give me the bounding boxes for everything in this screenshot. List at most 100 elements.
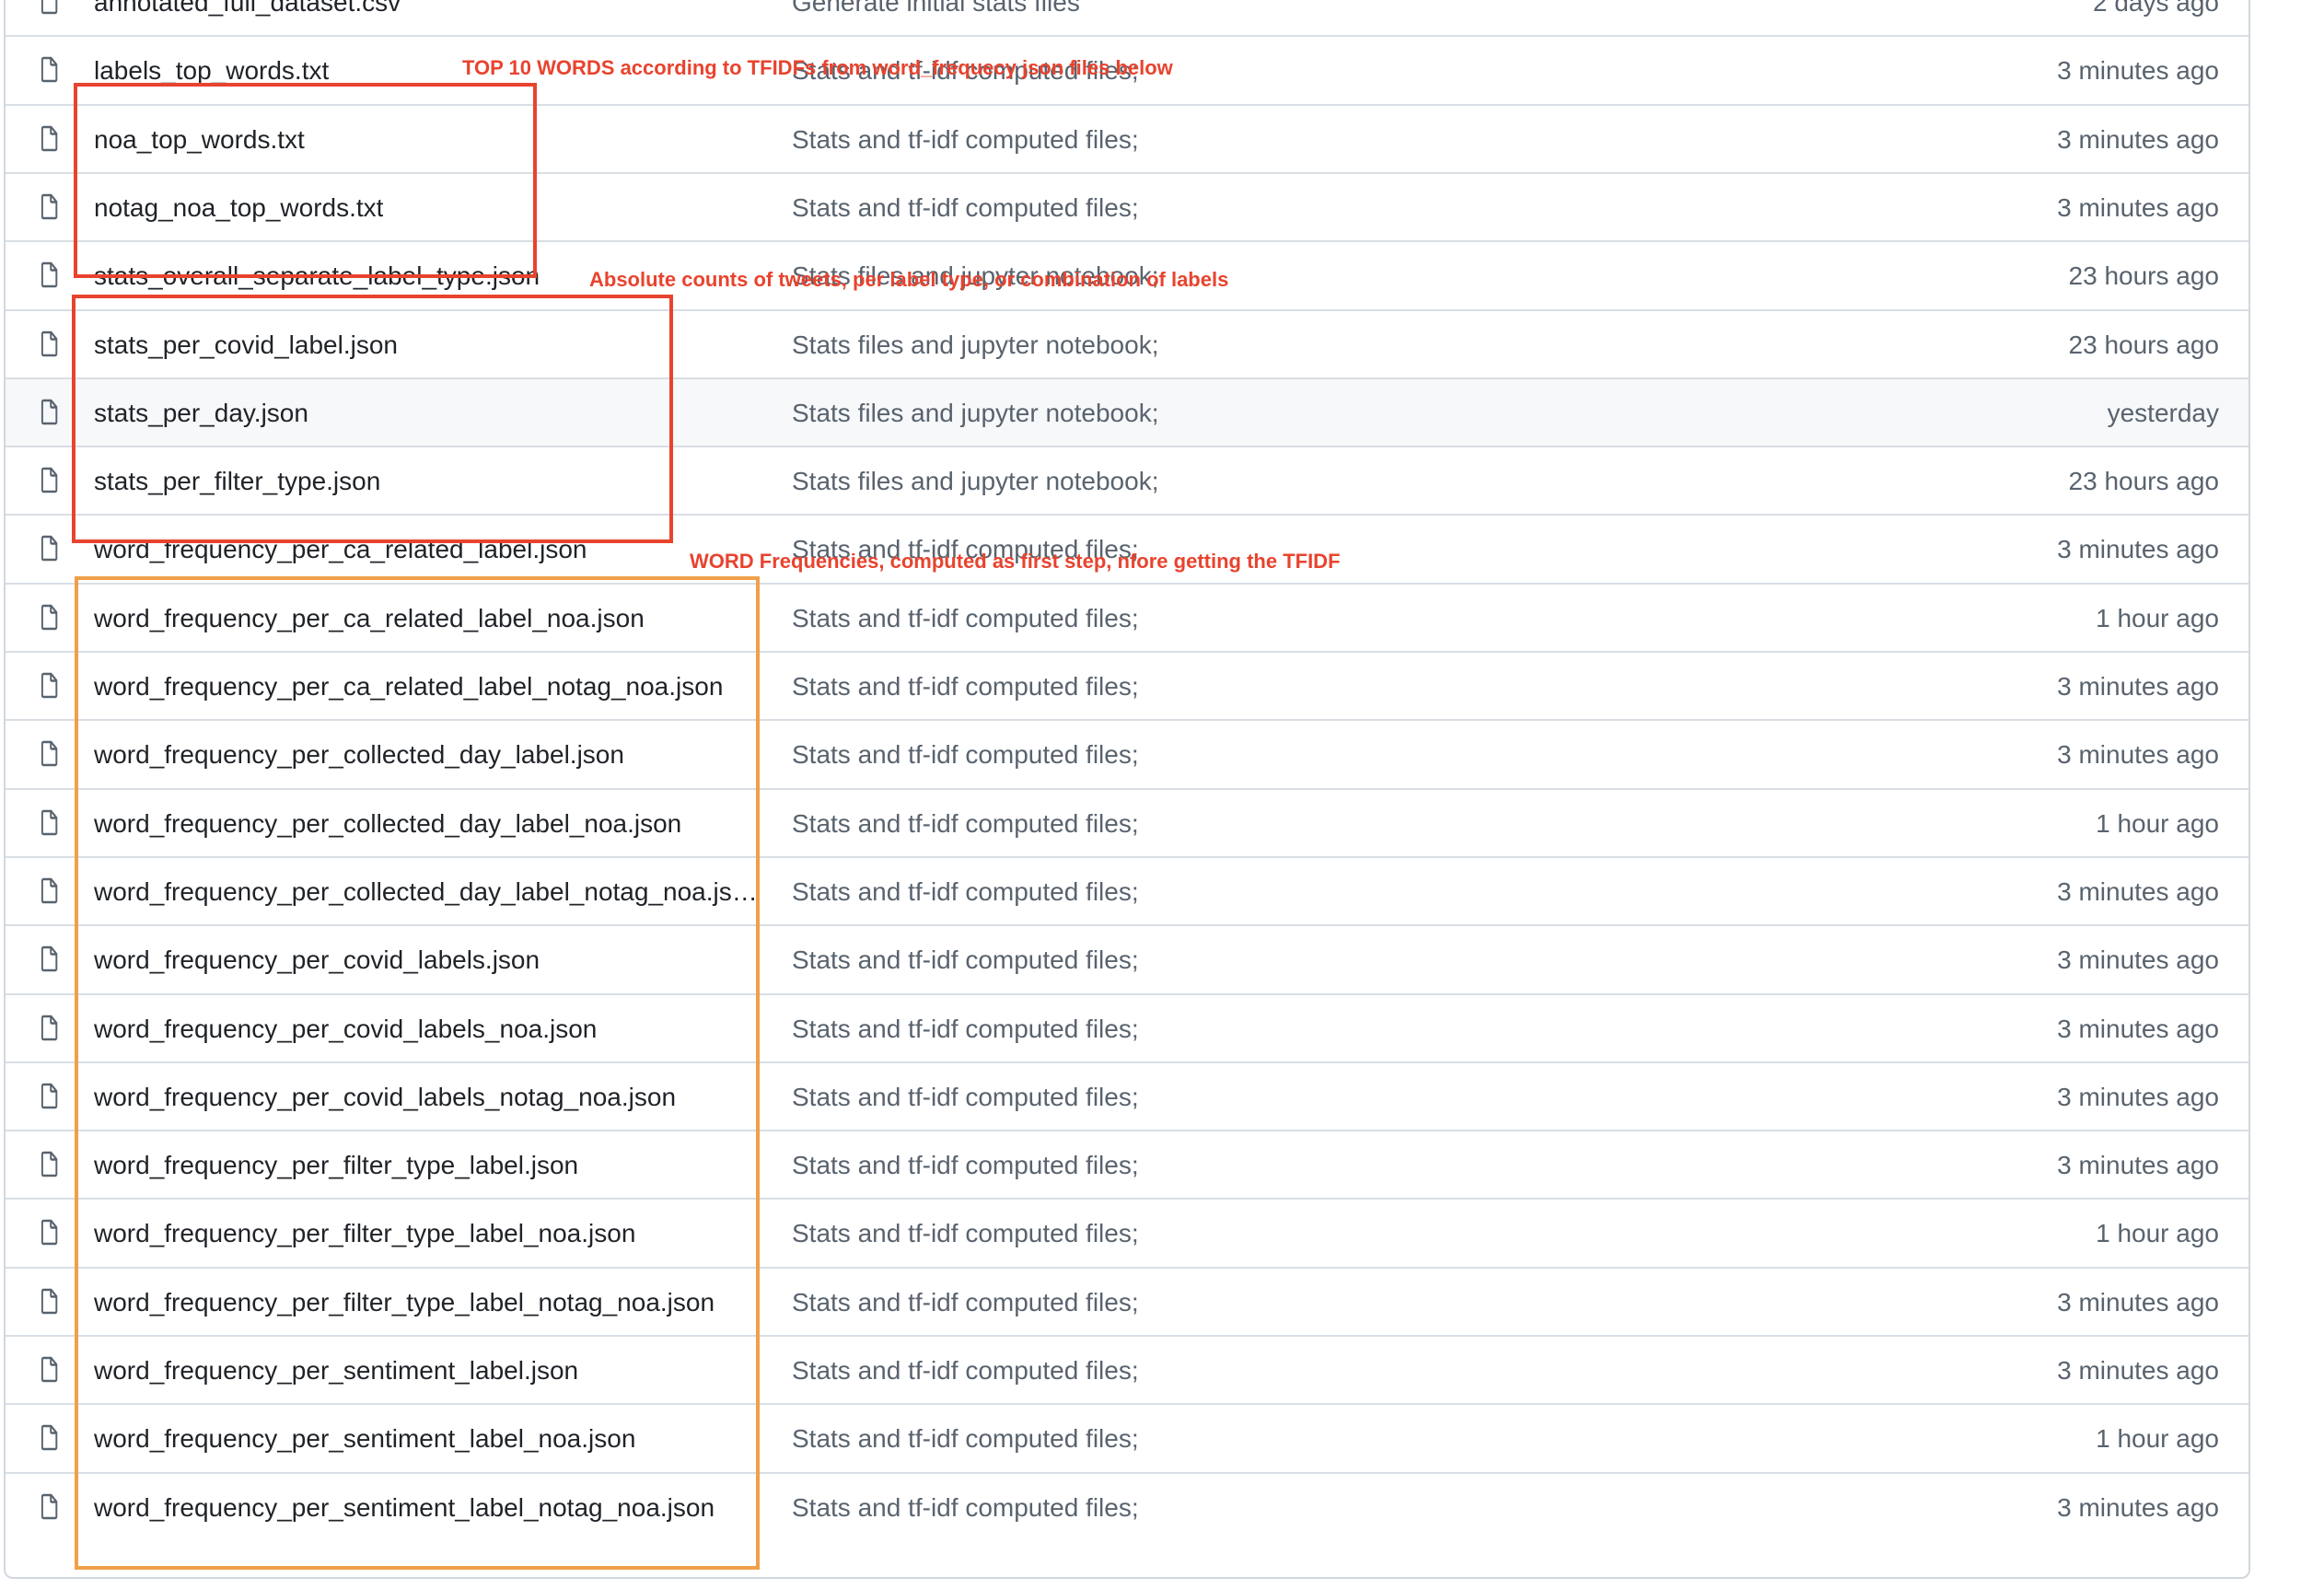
file-icon [38,0,62,17]
file-name-link[interactable]: word_frequency_per_collected_day_label_n… [94,790,681,858]
file-row[interactable]: word_frequency_per_covid_labels_noa.json… [6,993,2248,1061]
commit-time: 1 hour ago [2096,1424,2219,1453]
file-name-link[interactable]: word_frequency_per_covid_labels_notag_no… [94,1063,676,1131]
file-icon [38,1150,62,1179]
file-name-link[interactable]: annotated_full_dataset.csv [94,0,401,37]
file-row[interactable]: stats_per_day.json Stats files and jupyte… [6,377,2248,446]
file-name-link[interactable]: word_frequency_per_sentiment_label_noa.j… [94,1405,635,1473]
file-icon [38,261,62,290]
file-name-link[interactable]: word_frequency_per_filter_type_label.jso… [94,1131,578,1200]
commit-message-link[interactable]: Stats and tf-idf computed files; [792,1200,1139,1268]
commit-time: 3 minutes ago [2057,1083,2219,1111]
file-icon [38,55,62,85]
file-row[interactable]: stats_per_filter_type.json Stats files an… [6,446,2248,514]
commit-message-link[interactable]: Stats and tf-idf computed files; [792,1131,1139,1200]
commit-time: 3 minutes ago [2057,1151,2219,1179]
commit-message-link[interactable]: Stats and tf-idf computed files; [792,926,1139,994]
file-row[interactable]: word_frequency_per_sentiment_label_noa.j… [6,1403,2248,1471]
commit-time: 3 minutes ago [2057,193,2219,222]
commit-time: 3 minutes ago [2057,1493,2219,1522]
top-words-annotation-label: TOP 10 WORDS according to TFIDFs from wo… [462,56,1173,79]
file-name-link[interactable]: noa_top_words.txt [94,106,305,174]
file-icon [38,739,62,769]
file-row[interactable]: noa_top_words.txt Stats and tf-idf comput… [6,104,2248,172]
file-row[interactable]: word_frequency_per_filter_type_label_noa… [6,1198,2248,1266]
file-row[interactable]: word_frequency_per_filter_type_label.jso… [6,1130,2248,1198]
commit-time: yesterday [2107,399,2219,427]
commit-message-link[interactable]: Stats and tf-idf computed files; [792,174,1139,242]
commit-time: 1 hour ago [2096,1219,2219,1247]
commit-message-link[interactable]: Generate initial stats files [792,0,1080,37]
commit-time: 3 minutes ago [2057,945,2219,974]
commit-message-link[interactable]: Stats files and jupyter notebook; [792,379,1158,447]
file-name-link[interactable]: stats_overall_separate_label_type.json [94,242,540,310]
commit-time: 23 hours ago [2068,331,2219,359]
commit-message-link[interactable]: Stats and tf-idf computed files; [792,790,1139,858]
file-list: annotated_full_dataset.csv Generate initi… [4,0,2250,1579]
file-icon [38,945,62,974]
commit-message-link[interactable]: Stats and tf-idf computed files; [792,653,1139,721]
commit-time: 1 hour ago [2096,809,2219,838]
file-name-link[interactable]: word_frequency_per_covid_labels_noa.json [94,995,597,1063]
file-name-link[interactable]: word_frequency_per_sentiment_label_notag… [94,1474,715,1542]
file-icon [38,1492,62,1522]
file-row[interactable]: word_frequency_per_sentiment_label_notag… [6,1472,2248,1540]
commit-time: 23 hours ago [2068,261,2219,290]
absolute-counts-annotation-label: Absolute counts of tweets, per label typ… [589,268,1229,291]
commit-message-link[interactable]: Stats and tf-idf computed files; [792,1337,1139,1405]
file-name-link[interactable]: labels_top_words.txt [94,37,329,105]
file-icon [38,1082,62,1111]
commit-message-link[interactable]: Stats and tf-idf computed files; [792,721,1139,789]
commit-message-link[interactable]: Stats and tf-idf computed files; [792,1063,1139,1131]
file-name-link[interactable]: word_frequency_per_filter_type_label_not… [94,1269,715,1337]
word-frequencies-annotation-label: WORD Frequencies, computed as first step… [690,550,1341,573]
file-row[interactable]: word_frequency_per_covid_labels.json Stat… [6,924,2248,992]
file-name-link[interactable]: word_frequency_per_sentiment_label.json [94,1337,578,1405]
file-name-link[interactable]: stats_per_filter_type.json [94,447,380,516]
file-row[interactable]: word_frequency_per_filter_type_label_not… [6,1267,2248,1335]
commit-message-link[interactable]: Stats and tf-idf computed files; [792,995,1139,1063]
file-row[interactable]: notag_noa_top_words.txt Stats and tf-idf … [6,172,2248,240]
file-row[interactable]: annotated_full_dataset.csv Generate initi… [6,0,2248,35]
file-icon [38,398,62,427]
file-name-link[interactable]: word_frequency_per_collected_day_label_n… [94,858,759,926]
file-name-link[interactable]: word_frequency_per_collected_day_label.j… [94,721,624,789]
file-row[interactable]: word_frequency_per_collected_day_label_n… [6,856,2248,924]
commit-message-link[interactable]: Stats and tf-idf computed files; [792,1405,1139,1473]
file-icon [38,808,62,838]
commit-time: 3 minutes ago [2057,1015,2219,1043]
file-name-link[interactable]: stats_per_covid_label.json [94,311,398,379]
file-icon [38,466,62,495]
file-name-link[interactable]: notag_noa_top_words.txt [94,174,383,242]
file-name-link[interactable]: word_frequency_per_ca_related_label_noa.… [94,585,645,653]
file-name-link[interactable]: word_frequency_per_filter_type_label_noa… [94,1200,635,1268]
file-name-link[interactable]: word_frequency_per_ca_related_label.json [94,516,587,584]
file-name-link[interactable]: word_frequency_per_ca_related_label_nota… [94,653,723,721]
file-row[interactable]: word_frequency_per_collected_day_label_n… [6,788,2248,856]
file-row[interactable]: word_frequency_per_sentiment_label.json S… [6,1335,2248,1403]
commit-message-link[interactable]: Stats files and jupyter notebook; [792,311,1158,379]
commit-time: 3 minutes ago [2057,877,2219,906]
file-icon [38,1423,62,1453]
file-icon [38,671,62,701]
commit-time: 3 minutes ago [2057,125,2219,154]
file-row[interactable]: word_frequency_per_covid_labels_notag_no… [6,1061,2248,1130]
commit-message-link[interactable]: Stats and tf-idf computed files; [792,1269,1139,1337]
file-name-link[interactable]: word_frequency_per_covid_labels.json [94,926,540,994]
commit-message-link[interactable]: Stats and tf-idf computed files; [792,858,1139,926]
commit-message-link[interactable]: Stats and tf-idf computed files; [792,585,1139,653]
commit-time: 3 minutes ago [2057,56,2219,85]
file-row[interactable]: word_frequency_per_ca_related_label_noa.… [6,583,2248,651]
file-row[interactable]: word_frequency_per_ca_related_label_nota… [6,651,2248,719]
file-icon [38,192,62,222]
file-icon [38,1355,62,1385]
commit-message-link[interactable]: Stats and tf-idf computed files; [792,1474,1139,1542]
commit-message-link[interactable]: Stats files and jupyter notebook; [792,447,1158,516]
commit-time: 3 minutes ago [2057,740,2219,769]
file-row[interactable]: stats_per_covid_label.json Stats files an… [6,309,2248,377]
commit-time: 2 days ago [2093,0,2219,17]
file-icon [38,1014,62,1043]
file-row[interactable]: word_frequency_per_collected_day_label.j… [6,719,2248,787]
file-name-link[interactable]: stats_per_day.json [94,379,308,447]
commit-message-link[interactable]: Stats and tf-idf computed files; [792,106,1139,174]
